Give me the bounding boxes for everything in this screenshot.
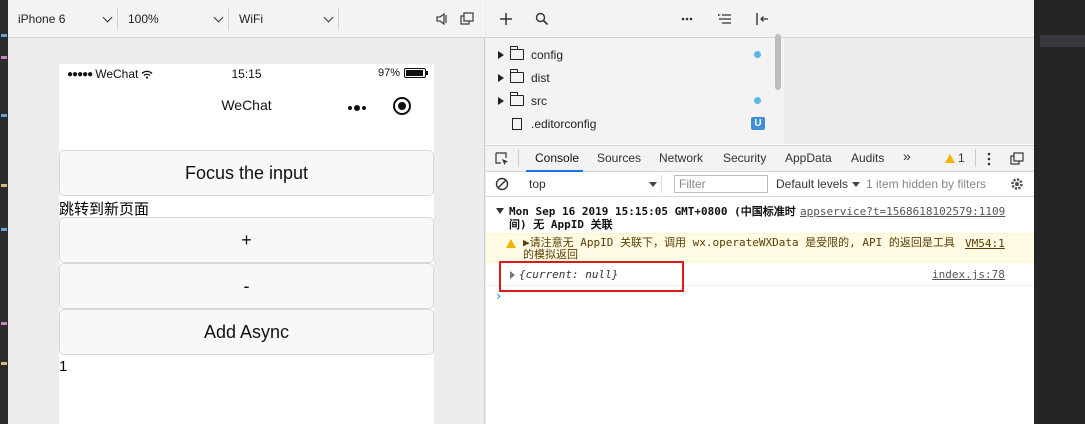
tree-item-label: src bbox=[531, 93, 547, 108]
modified-dot-badge bbox=[754, 51, 761, 58]
folder-icon bbox=[510, 92, 524, 106]
tab-security[interactable]: Security bbox=[723, 151, 766, 165]
network-select-label: WiFi bbox=[239, 12, 263, 26]
log-levels-select[interactable]: Default levels bbox=[776, 177, 848, 191]
context-select-label: top bbox=[529, 177, 546, 191]
tree-scrollbar[interactable] bbox=[775, 34, 781, 90]
tab-console[interactable]: Console bbox=[535, 151, 579, 165]
tab-sources[interactable]: Sources bbox=[597, 151, 641, 165]
caret-right-icon bbox=[498, 96, 504, 105]
tree-item-label: dist bbox=[531, 70, 550, 85]
tree-item-editorconfig[interactable]: .editorconfig U bbox=[486, 112, 784, 135]
status-battery: 97% bbox=[377, 67, 428, 79]
caret-right-icon bbox=[498, 73, 504, 82]
add-async-button[interactable]: Add Async bbox=[59, 309, 434, 355]
caret-down-icon bbox=[852, 182, 860, 187]
search-icon[interactable] bbox=[535, 12, 549, 26]
file-icon bbox=[512, 117, 522, 130]
caret-down-icon bbox=[649, 182, 657, 187]
split-panel-icon[interactable] bbox=[755, 12, 769, 26]
warning-icon bbox=[945, 154, 955, 163]
editor-area-empty bbox=[784, 38, 1034, 144]
chevron-down-icon bbox=[323, 12, 334, 22]
console-output: Mon Sep 16 2019 15:15:05 GMT+0800 (中国标准时… bbox=[486, 197, 1034, 424]
folder-icon bbox=[510, 69, 524, 83]
network-select[interactable]: WiFi bbox=[229, 8, 339, 30]
zoom-select-label: 100% bbox=[128, 12, 159, 26]
tab-audits[interactable]: Audits bbox=[851, 151, 884, 165]
simulator-panel: iPhone 6 100% WiFi ●●●●● WeChat 15:15 97… bbox=[8, 0, 485, 424]
battery-fill bbox=[406, 70, 424, 76]
increment-button[interactable]: + bbox=[59, 217, 434, 263]
filter-input[interactable]: Filter bbox=[674, 175, 768, 193]
tree-item-src[interactable]: src bbox=[486, 89, 784, 112]
source-link[interactable]: index.js:78 bbox=[932, 268, 1005, 281]
device-select-label: iPhone 6 bbox=[18, 12, 66, 26]
modified-dot-badge bbox=[754, 97, 761, 104]
nav-bar: WeChat bbox=[59, 84, 434, 128]
collapse-list-icon[interactable] bbox=[717, 13, 731, 25]
explorer-toolbar bbox=[486, 0, 1034, 38]
context-select[interactable]: top bbox=[522, 175, 662, 193]
counter-value: 1 bbox=[59, 358, 68, 375]
phone-screen: ●●●●● WeChat 15:15 97% WeChat Focus the … bbox=[59, 64, 434, 424]
log-levels-label: Default levels bbox=[776, 177, 849, 191]
simulator-toolbar: iPhone 6 100% WiFi bbox=[8, 0, 485, 38]
source-link[interactable]: appservice?t=1568618102579:1109 bbox=[800, 205, 1005, 218]
log-group[interactable]: Mon Sep 16 2019 15:15:05 GMT+0800 (中国标准时… bbox=[486, 201, 1034, 235]
warning-message-text: ▶请注意无 AppID 关联下，调用 wx.operateWXData 是受限的… bbox=[523, 236, 955, 261]
navigate-link-text[interactable]: 跳转到新页面 bbox=[59, 198, 149, 219]
tree-item-dist[interactable]: dist bbox=[486, 66, 784, 89]
editor-gutter-strip bbox=[0, 0, 8, 424]
tree-item-label: .editorconfig bbox=[531, 116, 597, 131]
volume-icon[interactable] bbox=[435, 12, 449, 26]
clear-console-icon[interactable] bbox=[495, 177, 509, 191]
detach-window-icon[interactable] bbox=[460, 12, 474, 26]
tree-item-label: config bbox=[531, 47, 564, 62]
tab-appdata[interactable]: AppData bbox=[785, 151, 832, 165]
status-bar: ●●●●● WeChat 15:15 97% bbox=[59, 64, 434, 84]
chevron-down-icon bbox=[102, 12, 113, 22]
untracked-badge: U bbox=[751, 117, 765, 130]
tab-network[interactable]: Network bbox=[659, 151, 703, 165]
folder-icon bbox=[510, 46, 524, 60]
chevron-down-icon bbox=[213, 12, 224, 22]
add-icon[interactable] bbox=[499, 12, 513, 26]
devtools-panel: config dist src .editorconfig U Console … bbox=[486, 0, 1034, 424]
file-tree: config dist src .editorconfig U bbox=[486, 34, 784, 144]
zoom-select[interactable]: 100% bbox=[118, 8, 229, 30]
battery-percent: 97% bbox=[377, 67, 400, 79]
hidden-items-text: 1 item hidden by filters bbox=[866, 177, 987, 191]
log-group-header: Mon Sep 16 2019 15:15:05 GMT+0800 (中国标准时… bbox=[509, 205, 796, 231]
more-options-icon[interactable] bbox=[681, 17, 693, 21]
warning-message-row[interactable]: ▶请注意无 AppID 关联下，调用 wx.operateWXData 是受限的… bbox=[486, 233, 1034, 263]
more-icon[interactable] bbox=[348, 105, 366, 111]
inspect-element-icon[interactable] bbox=[495, 152, 509, 166]
tree-item-config[interactable]: config bbox=[486, 43, 784, 66]
nav-title: WeChat bbox=[221, 97, 272, 113]
warning-count[interactable]: 1 bbox=[958, 151, 965, 165]
settings-gear-icon[interactable] bbox=[1010, 177, 1024, 191]
editor-line-highlight bbox=[1040, 35, 1085, 47]
kebab-menu-icon[interactable] bbox=[987, 152, 991, 166]
source-link[interactable]: VM54:1 bbox=[965, 237, 1005, 250]
right-editor-strip bbox=[1034, 0, 1085, 424]
console-filter-bar: top Filter Default levels 1 item hidden … bbox=[486, 172, 1034, 197]
focus-input-button[interactable]: Focus the input bbox=[59, 150, 434, 196]
battery-icon bbox=[404, 68, 428, 78]
caret-right-icon bbox=[498, 50, 504, 59]
dock-side-icon[interactable] bbox=[1010, 152, 1024, 166]
more-tabs-icon[interactable]: » bbox=[903, 148, 911, 164]
close-mini-program-icon[interactable] bbox=[393, 97, 411, 115]
device-select[interactable]: iPhone 6 bbox=[8, 8, 118, 30]
caret-down-icon bbox=[496, 208, 504, 214]
devtools-tab-bar: Console Sources Network Security AppData… bbox=[486, 145, 1034, 172]
highlight-annotation-box bbox=[499, 261, 684, 292]
warning-icon bbox=[506, 239, 516, 248]
decrement-button[interactable]: - bbox=[59, 263, 434, 309]
console-prompt[interactable]: › bbox=[495, 289, 502, 303]
